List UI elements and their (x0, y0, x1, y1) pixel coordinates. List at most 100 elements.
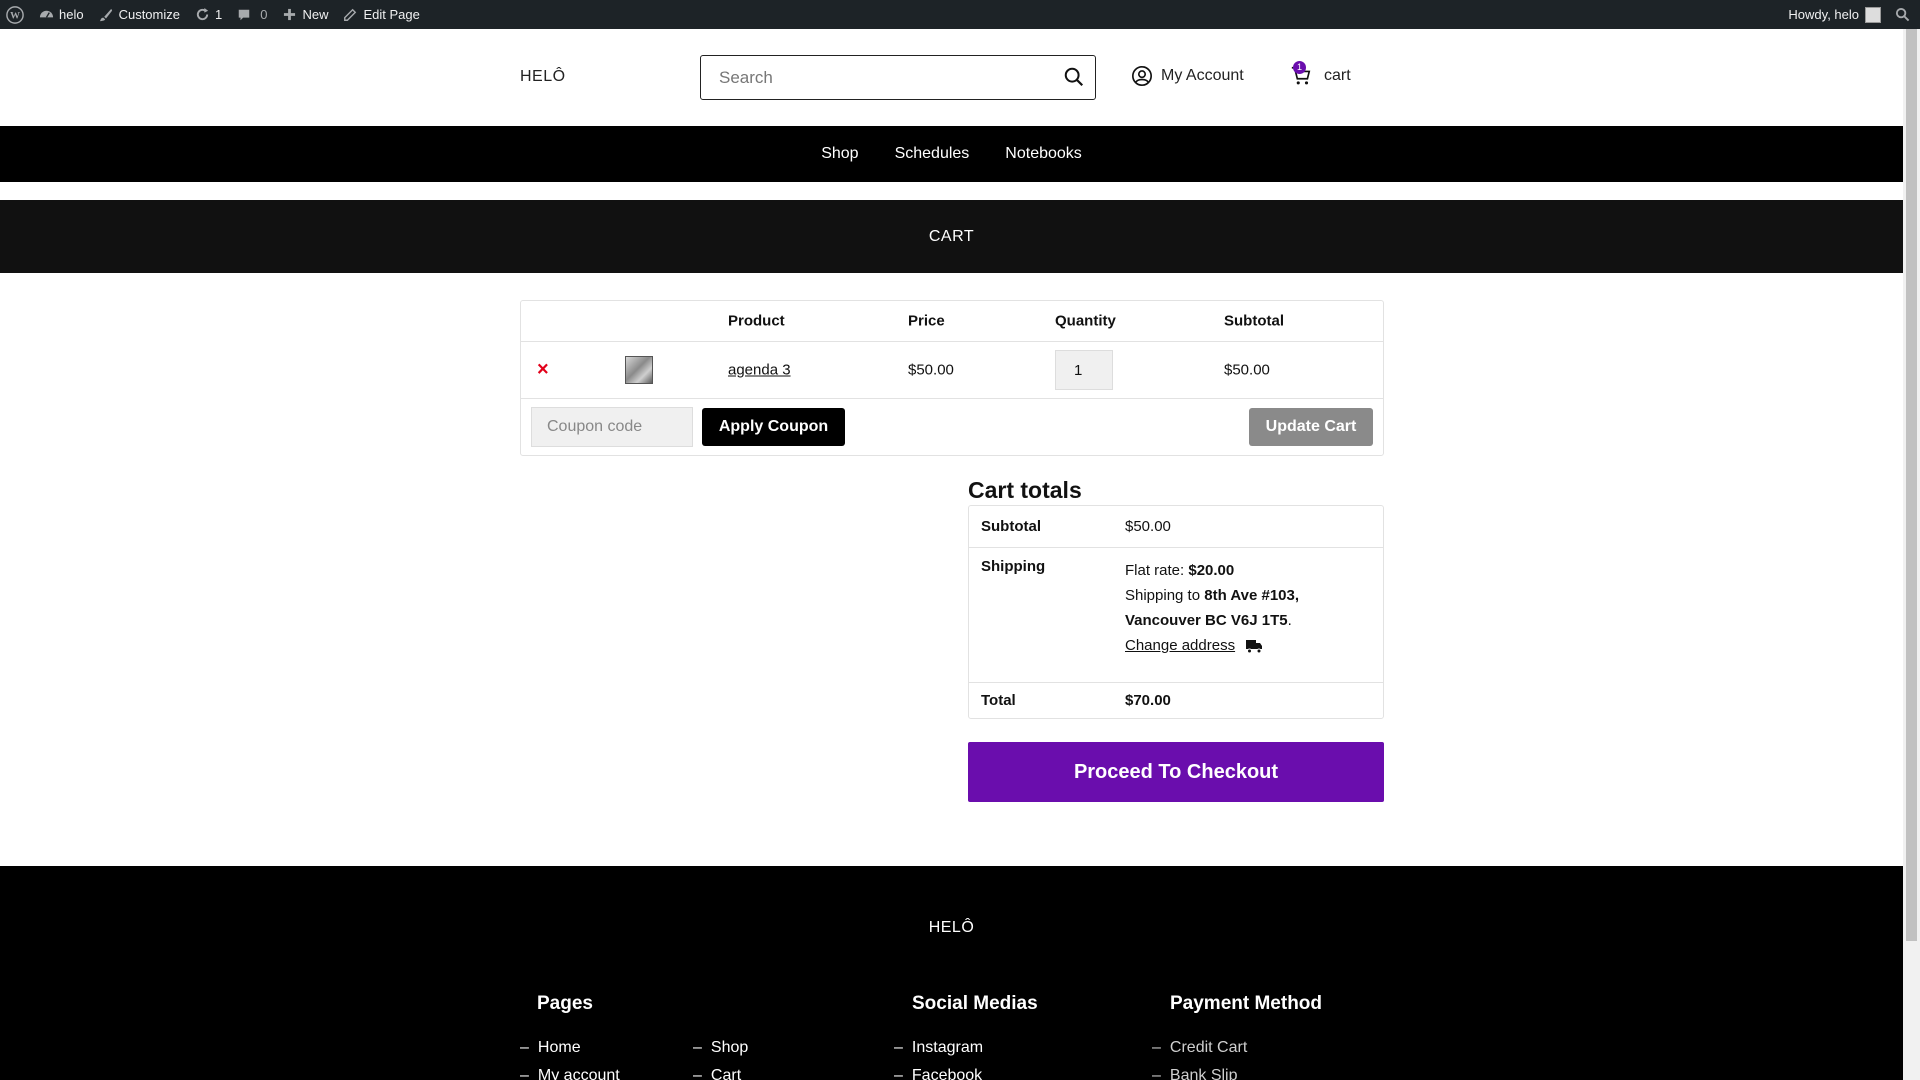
cart-totals-table: Subtotal $50.00 Shipping Flat rate: $20.… (968, 505, 1384, 719)
quantity-input[interactable] (1055, 350, 1113, 390)
shipping-address-line2: Vancouver BC V6J 1T5 (1125, 612, 1288, 629)
comments-link[interactable]: 0 (229, 0, 274, 29)
nav-item-schedules[interactable]: Schedules (895, 145, 970, 163)
shipping-address-line1: 8th Ave #103, (1204, 587, 1300, 604)
edit-page-link[interactable]: Edit Page (335, 0, 426, 29)
flat-rate-label: Flat rate: (1125, 562, 1189, 579)
subtotal-value: $50.00 (1125, 518, 1171, 535)
avatar (1865, 6, 1881, 23)
brush-icon (98, 7, 114, 23)
product-thumbnail[interactable] (625, 356, 653, 384)
footer-logo[interactable]: HELÔ (0, 919, 1903, 937)
totals-subtotal-row: Subtotal $50.00 (969, 506, 1383, 548)
cart-count-badge: 1 (1293, 61, 1306, 74)
search-icon[interactable] (1063, 66, 1085, 88)
site-footer: HELÔ Pages Home My account Shop Cart Soc… (0, 866, 1903, 1080)
footer-payment-list: Credit Cart Bank Slip (1152, 1034, 1247, 1080)
nav-item-shop[interactable]: Shop (821, 145, 858, 163)
product-subtotal: $50.00 (1224, 361, 1270, 379)
header-cart-link[interactable]: 1 cart (1290, 61, 1351, 87)
search-form (700, 55, 1096, 100)
my-account-menu[interactable]: Howdy, helo (1781, 0, 1888, 29)
footer-pages-list-1: Home My account (520, 1034, 620, 1080)
nav-item-notebooks[interactable]: Notebooks (1005, 145, 1082, 163)
updates-link[interactable]: 1 (187, 0, 229, 29)
footer-payment-bank-slip: Bank Slip (1152, 1062, 1247, 1080)
product-name-link[interactable]: agenda 3 (728, 362, 791, 379)
user-circle-icon (1132, 66, 1152, 86)
column-header-product: Product (728, 312, 785, 330)
new-label: New (302, 7, 329, 22)
footer-link-home[interactable]: Home (520, 1034, 620, 1062)
totals-shipping-row: Shipping Flat rate: $20.00 Shipping to 8… (969, 548, 1383, 683)
shipping-destination: Shipping to 8th Ave #103, Vancouver BC V6… (1125, 587, 1300, 629)
footer-link-cart[interactable]: Cart (693, 1062, 748, 1080)
cart-actions-row: Apply Coupon Update Cart (521, 399, 1383, 455)
product-price: $50.00 (908, 361, 954, 379)
site-header: HELÔ My Account 1 cart (0, 29, 1903, 126)
flat-rate-value: $20.00 (1188, 562, 1235, 579)
comments-count: 0 (260, 7, 268, 22)
truck-icon (1246, 640, 1263, 654)
site-name-link[interactable]: helo (31, 0, 91, 29)
site-logo[interactable]: HELÔ (520, 68, 566, 86)
main-navigation: Shop Schedules Notebooks (0, 126, 1903, 182)
svg-text:W: W (10, 10, 20, 21)
cart-table-header: Product Price Quantity Subtotal (521, 301, 1383, 342)
totals-total-row: Total $70.00 (969, 683, 1383, 719)
footer-social-title: Social Medias (912, 993, 1038, 1014)
change-address-link[interactable]: Change address (1125, 637, 1235, 654)
wordpress-logo-button[interactable]: W (0, 0, 31, 29)
page-title: CART (928, 227, 975, 245)
shipping-details: Flat rate: $20.00 Shipping to 8th Ave #1… (1125, 558, 1375, 658)
proceed-to-checkout-button[interactable]: Proceed To Checkout (968, 742, 1384, 802)
shipping-to-prefix: Shipping to (1125, 587, 1205, 604)
apply-coupon-button[interactable]: Apply Coupon (702, 408, 845, 446)
column-header-subtotal: Subtotal (1224, 312, 1284, 330)
wordpress-icon: W (6, 5, 24, 24)
dashboard-icon (38, 7, 54, 23)
column-header-quantity: Quantity (1055, 312, 1116, 330)
site-name-label: helo (59, 7, 84, 22)
shipping-label: Shipping (981, 558, 1046, 575)
coupon-code-input[interactable] (531, 407, 693, 447)
pencil-icon (342, 7, 358, 23)
my-account-label: My Account (1161, 67, 1244, 84)
scrollbar-thumb[interactable] (1906, 29, 1917, 941)
page-title-bar: CART (0, 200, 1903, 273)
column-header-price: Price (908, 312, 945, 330)
footer-pages-list-2: Shop Cart (693, 1034, 748, 1080)
footer-payment-credit: Credit Cart (1152, 1034, 1247, 1062)
customize-label: Customize (118, 7, 180, 22)
footer-payment-title: Payment Method (1170, 993, 1323, 1014)
total-label: Total (981, 692, 1016, 709)
page-scrollbar[interactable] (1903, 29, 1920, 1080)
footer-link-instagram[interactable]: Instagram (894, 1034, 983, 1062)
remove-item-button[interactable]: × (537, 359, 549, 382)
cart-label: cart (1324, 67, 1351, 84)
subtotal-label: Subtotal (981, 518, 1041, 535)
flat-rate-line: Flat rate: $20.00 (1125, 558, 1375, 583)
footer-link-my-account[interactable]: My account (520, 1062, 620, 1080)
admin-bar: W helo Customize 1 0 New Edit Page Howdy… (0, 0, 1920, 29)
cart-table: Product Price Quantity Subtotal × agenda… (520, 300, 1384, 456)
comment-icon (236, 7, 252, 23)
admin-search-button[interactable] (1888, 0, 1920, 29)
search-input[interactable] (701, 57, 1041, 98)
footer-social-list: Instagram Facebook (894, 1034, 983, 1080)
new-content-link[interactable]: New (274, 0, 335, 29)
footer-pages-title: Pages (537, 993, 593, 1014)
howdy-label: Howdy, helo (1788, 7, 1859, 22)
footer-link-facebook[interactable]: Facebook (894, 1062, 983, 1080)
my-account-link[interactable]: My Account (1131, 65, 1244, 87)
customize-link[interactable]: Customize (91, 0, 187, 29)
update-cart-button[interactable]: Update Cart (1249, 408, 1373, 446)
cart-totals-title: Cart totals (968, 477, 1082, 503)
refresh-icon (194, 7, 210, 23)
footer-link-shop[interactable]: Shop (693, 1034, 748, 1062)
updates-count: 1 (215, 7, 223, 22)
cart-item-row: × agenda 3 $50.00 $50.00 (521, 342, 1383, 399)
search-icon (1895, 7, 1910, 22)
plus-icon (281, 7, 297, 23)
total-value: $70.00 (1125, 692, 1171, 709)
